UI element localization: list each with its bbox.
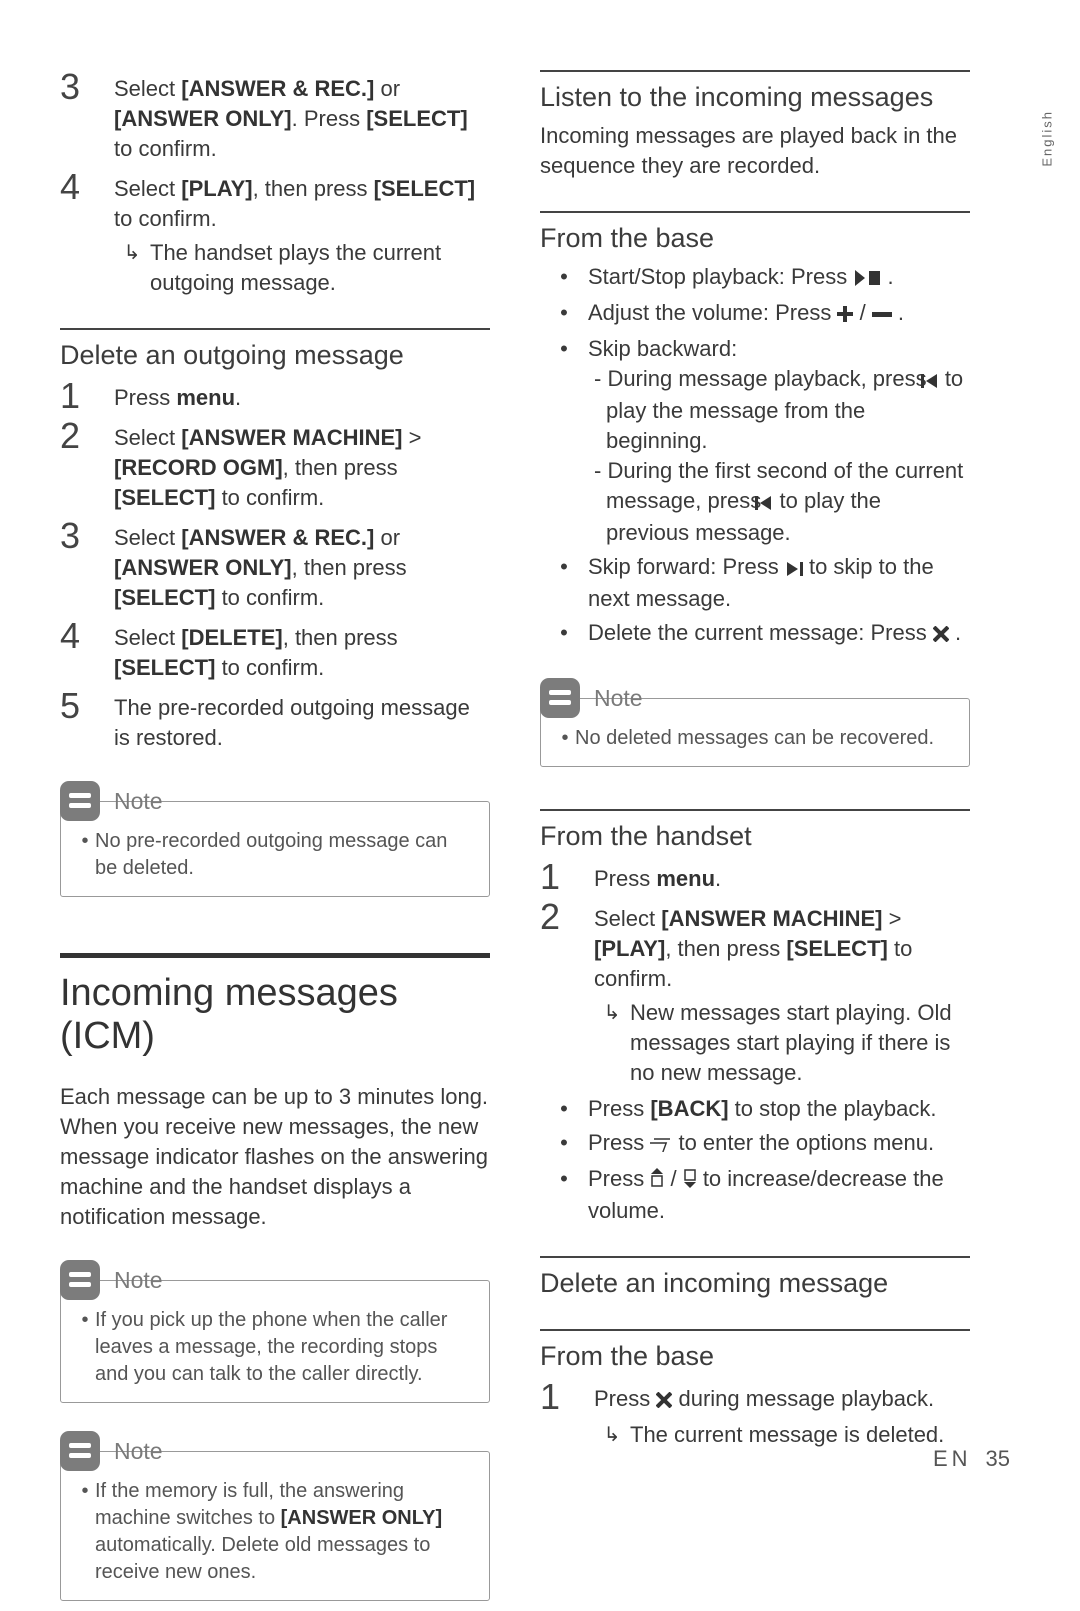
list-item: •Press [BACK] to stop the playback. [540,1094,970,1124]
note-icon [60,1260,100,1300]
del-step-3: 3Select [ANSWER & REC.] or [ANSWER ONLY]… [60,519,490,613]
listen-body: Incoming messages are played back in the… [540,121,970,181]
heading-from-base: From the base [540,223,970,254]
step-4-result: The handset plays the current outgoing m… [150,238,490,298]
steps-continued: 3 Select [ANSWER & REC.] or [ANSWER ONLY… [60,70,490,298]
heading-delete-ogm: Delete an outgoing message [60,340,490,371]
note-box-1: Note •No pre-recorded outgoing message c… [60,781,490,897]
heading-from-handset: From the handset [540,821,970,852]
note-text: No deleted messages can be recovered. [575,725,934,752]
footer-lang: EN [933,1446,972,1471]
list-item: •Delete the current message: Press . [540,618,970,650]
del-step-4: 4Select [DELETE], then press [SELECT] to… [60,619,490,683]
skip-forward-icon [785,554,803,584]
plus-icon [837,300,853,330]
note-icon [60,1431,100,1471]
handset-step-2: 2 Select [ANSWER MACHINE] > [PLAY], then… [540,900,970,1088]
delete-x-icon [656,1386,672,1416]
result-arrow-icon: ↳ [594,1420,630,1450]
play-stop-icon [853,264,881,294]
right-column: Listen to the incoming messages Incoming… [540,70,970,1611]
del-step-5: 5The pre-recorded outgoing message is re… [60,689,490,753]
skip-back-icon [767,488,773,518]
heading-listen: Listen to the incoming messages [540,82,970,113]
result-arrow-icon: ↳ [114,238,150,298]
list-item: •Press to enter the options menu. [540,1128,970,1160]
note-text: No pre-recorded outgoing message can be … [95,828,473,882]
note-box-4: Note •No deleted messages can be recover… [540,678,970,767]
result-arrow-icon: ↳ [594,998,630,1088]
note-box-2: Note •If you pick up the phone when the … [60,1260,490,1403]
list-item: •Adjust the volume: Press / . [540,298,970,330]
minus-icon [872,300,892,330]
heading-from-base-2: From the base [540,1341,970,1372]
del-step-1: 1Press menu. [60,379,490,413]
delete-step-1: 1 Press during message playback. ↳The cu… [540,1380,970,1450]
heading-delete-incoming: Delete an incoming message [540,1268,970,1299]
note-icon [60,781,100,821]
step-3: 3 Select [ANSWER & REC.] or [ANSWER ONLY… [60,70,490,164]
note-text: If you pick up the phone when the caller… [95,1307,473,1388]
note-icon [540,678,580,718]
step-4: 4 Select [PLAY], then press [SELECT] to … [60,170,490,298]
page-footer: EN 35 [933,1446,1010,1472]
list-item: •Press / to increase/decrease the volume… [540,1164,970,1226]
manual-page: English 3 Select [ANSWER & REC.] or [ANS… [0,0,1080,1527]
options-icon [650,1130,672,1160]
skip-back-icon [933,366,939,396]
handset-step-1: 1Press menu. [540,860,970,894]
vol-up-icon [650,1166,664,1196]
vol-down-icon [683,1166,697,1196]
list-item: •Start/Stop playback: Press . [540,262,970,294]
language-tab: English [1040,110,1055,167]
list-item: •Skip forward: Press to skip to the next… [540,552,970,614]
left-column: 3 Select [ANSWER & REC.] or [ANSWER ONLY… [60,70,490,1611]
note-box-3: Note •If the memory is full, the answeri… [60,1431,490,1601]
footer-page-num: 35 [986,1446,1010,1471]
icm-body: Each message can be up to 3 minutes long… [60,1082,490,1232]
heading-icm: Incoming messages (ICM) [60,972,490,1058]
note-text: If the memory is full, the answering mac… [95,1478,473,1586]
del-step-2: 2Select [ANSWER MACHINE] >[RECORD OGM], … [60,419,490,513]
list-item: • Skip backward: - During message playba… [540,334,970,548]
delete-x-icon [933,620,949,650]
